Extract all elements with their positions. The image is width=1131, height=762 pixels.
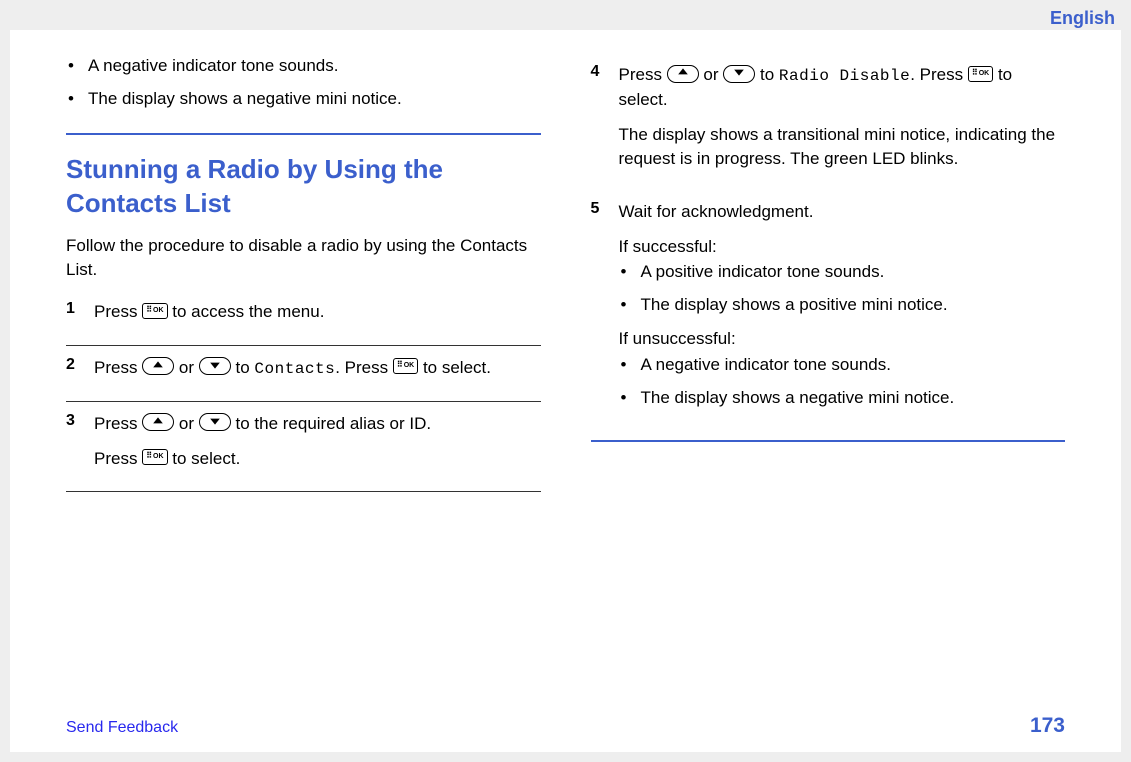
text: to <box>236 358 255 377</box>
top-bullets: A negative indicator tone sounds. The di… <box>66 55 541 111</box>
text: to the required alias or ID. <box>236 414 432 433</box>
ok-button-icon: OK <box>142 303 167 319</box>
up-arrow-icon <box>667 65 699 83</box>
section-divider <box>66 133 541 135</box>
up-arrow-icon <box>142 357 174 375</box>
page-number: 173 <box>1030 714 1065 738</box>
list-item: A negative indicator tone sounds. <box>88 55 541 78</box>
text: to select. <box>423 358 491 377</box>
text: Press <box>94 449 142 468</box>
ok-button-icon: OK <box>968 66 993 82</box>
text: Press <box>94 414 142 433</box>
success-bullets: A positive indicator tone sounds. The di… <box>619 261 1066 317</box>
list-item: The display shows a negative mini notice… <box>641 387 1066 410</box>
step-body: Press or to Contacts. Press OK to select… <box>94 356 541 391</box>
text: or <box>179 358 199 377</box>
step-number: 1 <box>66 300 94 335</box>
list-item: The display shows a negative mini notice… <box>88 88 541 111</box>
step-divider <box>66 401 541 402</box>
text: or <box>703 65 723 84</box>
document-page: A negative indicator tone sounds. The di… <box>10 30 1121 752</box>
step-number: 2 <box>66 356 94 391</box>
menu-name: Radio Disable <box>779 67 910 85</box>
step-body: Press or to the required alias or ID. Pr… <box>94 412 541 481</box>
down-arrow-icon <box>199 357 231 375</box>
text: Press <box>94 302 142 321</box>
step-1: 1 Press OK to access the menu. <box>66 300 541 335</box>
section-heading: Stunning a Radio by Using the Contacts L… <box>66 153 541 221</box>
step-body: Press OK to access the menu. <box>94 300 541 335</box>
send-feedback-link[interactable]: Send Feedback <box>66 719 178 737</box>
text: to <box>760 65 779 84</box>
text: Press <box>94 358 142 377</box>
step-body: Wait for acknowledgment. If successful: … <box>619 200 1066 420</box>
ok-button-icon: OK <box>393 358 418 374</box>
text: The display shows a transitional mini no… <box>619 123 1066 172</box>
list-item: The display shows a positive mini notice… <box>641 294 1066 317</box>
right-column: 4 Press or to Radio Disable. Press OK to… <box>591 55 1066 732</box>
step-divider <box>66 491 541 492</box>
step-number: 4 <box>591 63 619 182</box>
list-item: A negative indicator tone sounds. <box>641 354 1066 377</box>
step-4: 4 Press or to Radio Disable. Press OK to… <box>591 63 1066 182</box>
down-arrow-icon <box>199 413 231 431</box>
text: or <box>179 414 199 433</box>
text: . Press <box>335 358 393 377</box>
ok-button-icon: OK <box>142 449 167 465</box>
step-3: 3 Press or to the required alias or ID. … <box>66 412 541 481</box>
text: . Press <box>910 65 968 84</box>
text: Wait for acknowledgment. <box>619 200 1066 225</box>
list-item: A positive indicator tone sounds. <box>641 261 1066 284</box>
text: to access the menu. <box>172 302 324 321</box>
step-divider <box>66 345 541 346</box>
text: If unsuccessful: <box>619 327 1066 352</box>
down-arrow-icon <box>723 65 755 83</box>
step-number: 5 <box>591 200 619 420</box>
text: If successful: <box>619 235 1066 260</box>
unsuccess-bullets: A negative indicator tone sounds. The di… <box>619 354 1066 410</box>
page-footer: Send Feedback 173 <box>66 714 1065 738</box>
up-arrow-icon <box>142 413 174 431</box>
left-column: A negative indicator tone sounds. The di… <box>66 55 541 732</box>
step-body: Press or to Radio Disable. Press OK to s… <box>619 63 1066 182</box>
menu-name: Contacts <box>254 360 335 378</box>
step-5: 5 Wait for acknowledgment. If successful… <box>591 200 1066 420</box>
section-divider <box>591 440 1066 442</box>
step-number: 3 <box>66 412 94 481</box>
intro-text: Follow the procedure to disable a radio … <box>66 234 541 282</box>
text: to select. <box>172 449 240 468</box>
text: Press <box>619 65 667 84</box>
step-2: 2 Press or to Contacts. Press OK to sele… <box>66 356 541 391</box>
language-header: English <box>1050 8 1115 29</box>
